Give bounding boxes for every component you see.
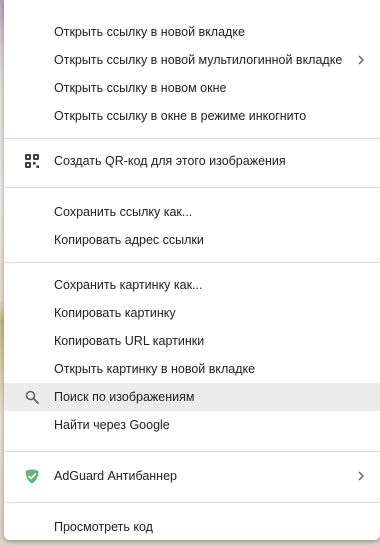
chevron-right-icon	[358, 471, 364, 481]
menu-item-label: Открыть ссылку в окне в режиме инкогнито	[54, 109, 307, 123]
menu-item-copy-image[interactable]: Копировать картинку	[4, 299, 380, 327]
chevron-right-icon	[358, 55, 364, 65]
menu-item-find-via-google[interactable]: Найти через Google	[4, 411, 380, 439]
menu-separator	[4, 138, 380, 139]
search-icon	[24, 389, 40, 405]
menu-item-label: Копировать адрес ссылки	[54, 233, 204, 247]
menu-item-save-image-as[interactable]: Сохранить картинку как...	[4, 271, 380, 299]
menu-item-open-link-incognito[interactable]: Открыть ссылку в окне в режиме инкогнито	[4, 102, 380, 130]
menu-separator	[4, 187, 380, 188]
menu-item-open-link-new-tab[interactable]: Открыть ссылку в новой вкладке	[4, 18, 380, 46]
menu-item-label: Копировать URL картинки	[54, 334, 205, 348]
menu-item-label: AdGuard Антибаннер	[54, 469, 177, 483]
menu-item-save-link-as[interactable]: Сохранить ссылку как...	[4, 198, 380, 226]
menu-separator	[4, 502, 380, 503]
menu-item-open-link-new-window[interactable]: Открыть ссылку в новом окне	[4, 74, 380, 102]
menu-item-label: Открыть ссылку в новой вкладке	[54, 25, 245, 39]
menu-item-label: Копировать картинку	[54, 306, 176, 320]
menu-item-copy-link-address[interactable]: Копировать адрес ссылки	[4, 226, 380, 254]
menu-item-create-qr-code[interactable]: Создать QR-код для этого изображения	[4, 147, 380, 175]
menu-item-search-by-image[interactable]: Поиск по изображениям	[4, 383, 380, 411]
menu-separator	[4, 451, 380, 452]
qr-code-icon	[24, 153, 40, 169]
menu-item-open-link-multilogin-tab[interactable]: Открыть ссылку в новой мультилогинной вк…	[4, 46, 380, 74]
menu-item-label: Открыть ссылку в новом окне	[54, 81, 227, 95]
menu-item-label: Просмотреть код	[54, 520, 153, 534]
adguard-shield-icon	[24, 468, 40, 484]
menu-item-label: Найти через Google	[54, 418, 170, 432]
menu-item-adguard[interactable]: AdGuard Антибаннер	[4, 462, 380, 490]
menu-item-label: Сохранить ссылку как...	[54, 205, 193, 219]
menu-item-label: Сохранить картинку как...	[54, 278, 203, 292]
menu-item-label: Открыть ссылку в новой мультилогинной вк…	[54, 53, 343, 67]
menu-item-label: Поиск по изображениям	[54, 390, 195, 404]
menu-item-label: Открыть картинку в новой вкладке	[54, 362, 256, 376]
menu-separator	[4, 262, 380, 263]
menu-item-inspect[interactable]: Просмотреть код	[4, 513, 380, 541]
menu-item-open-image-new-tab[interactable]: Открыть картинку в новой вкладке	[4, 355, 380, 383]
menu-item-copy-image-url[interactable]: Копировать URL картинки	[4, 327, 380, 355]
context-menu: Открыть ссылку в новой вкладке Открыть с…	[4, 0, 380, 540]
menu-item-label: Создать QR-код для этого изображения	[54, 154, 286, 168]
